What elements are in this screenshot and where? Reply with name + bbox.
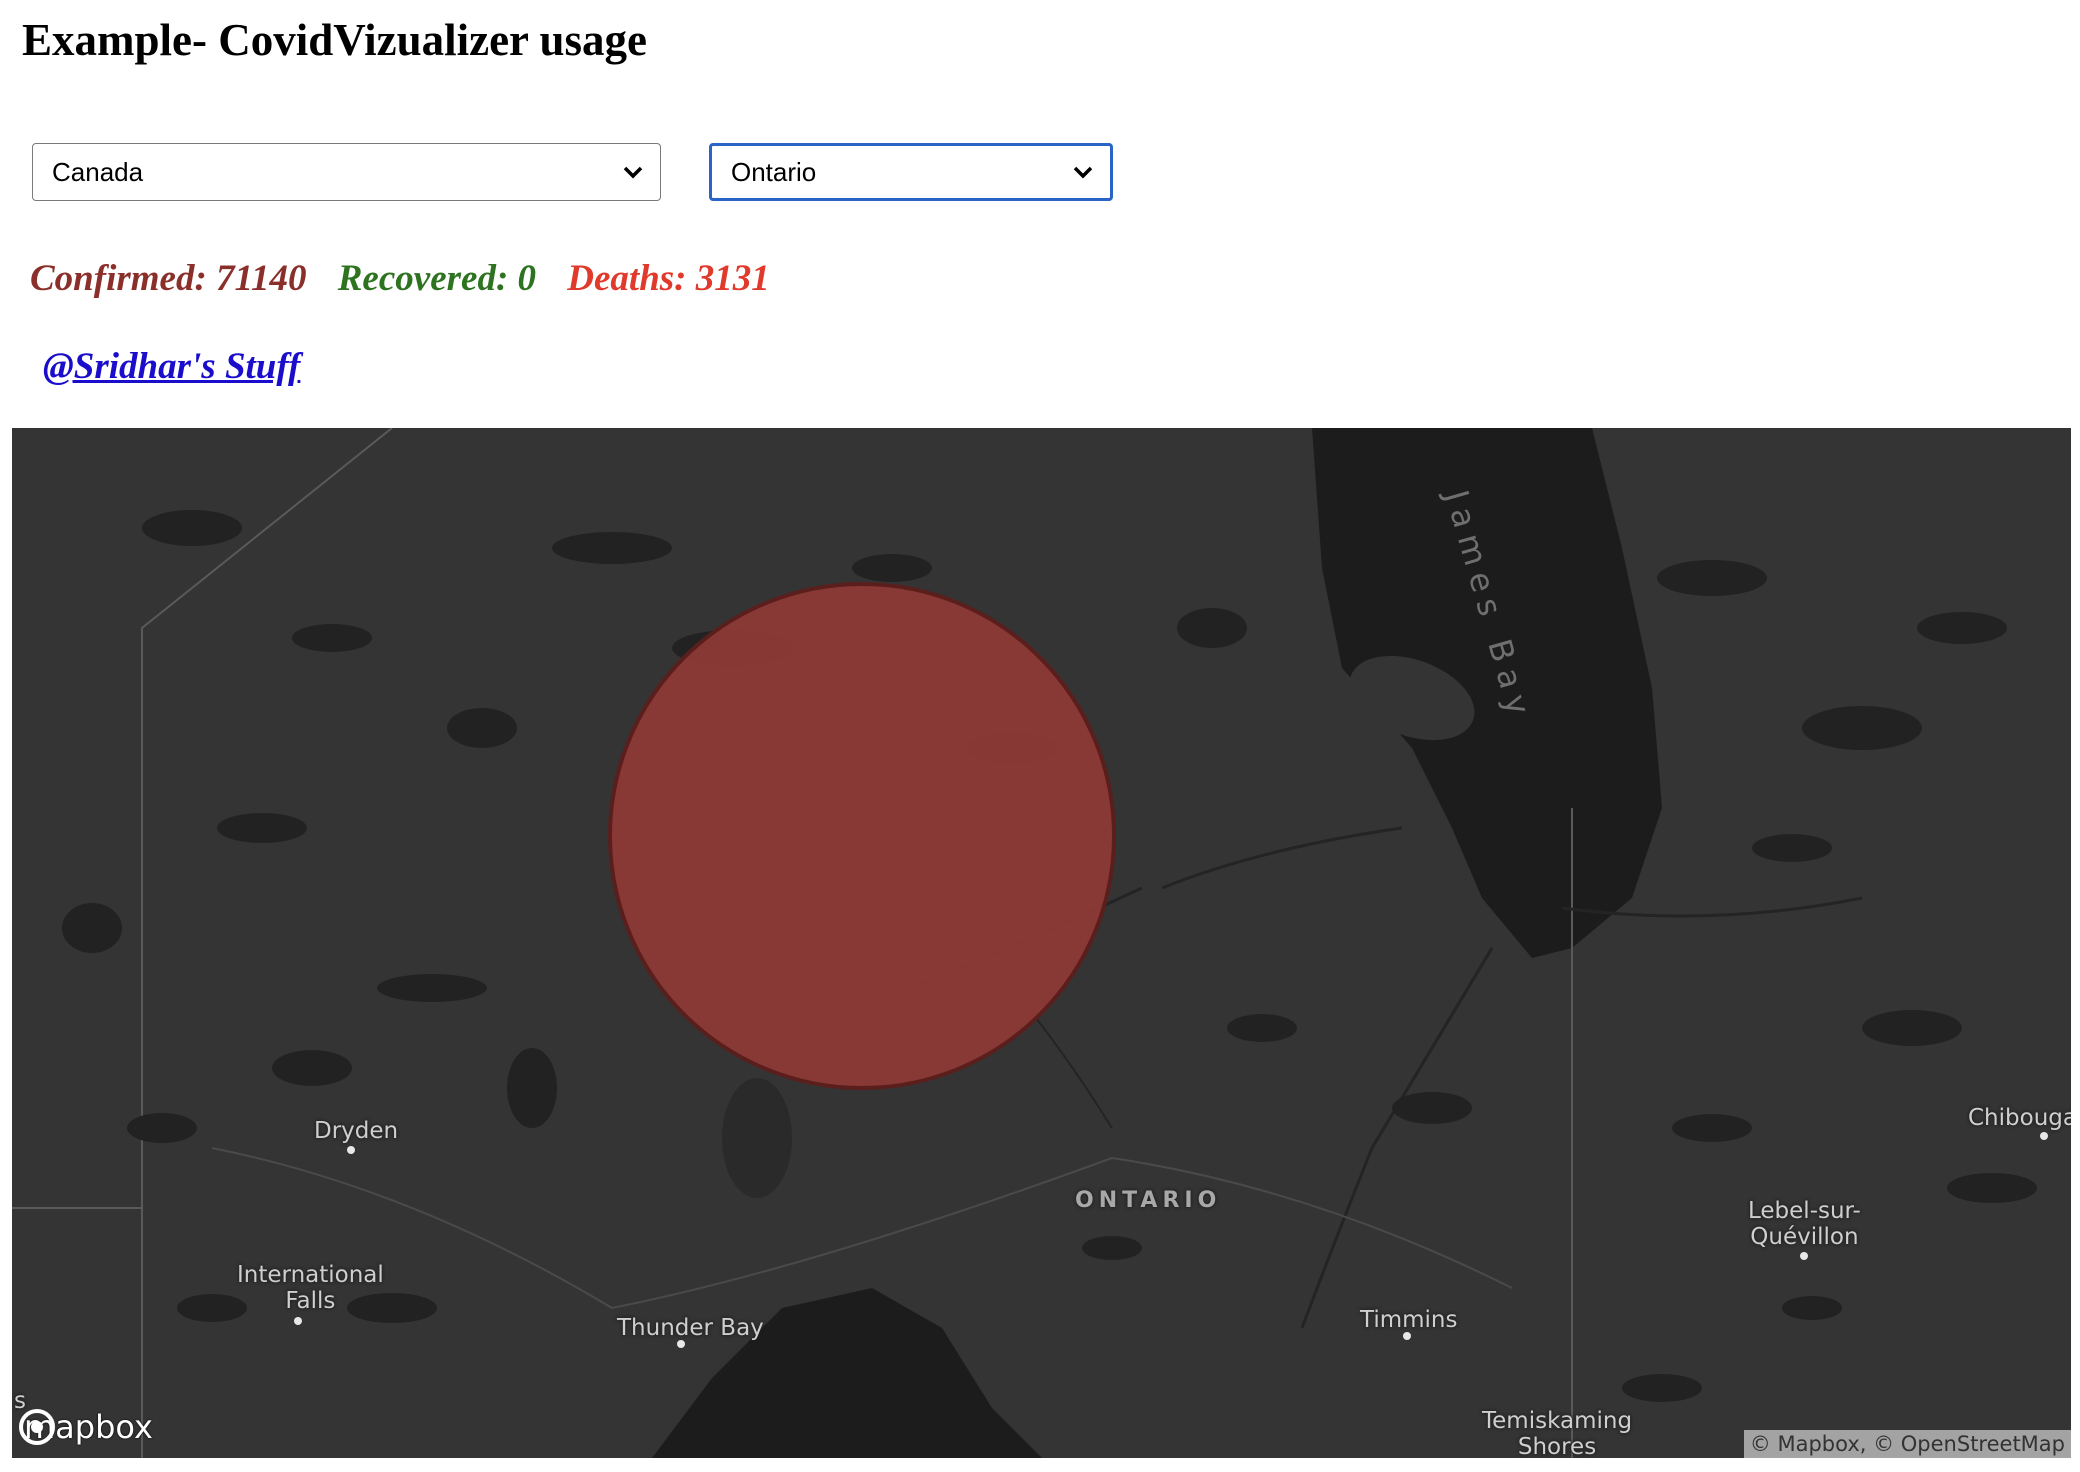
place-label-lebel-sur-quevillon: Lebel-sur- Quévillon <box>1748 1198 1861 1250</box>
place-label-timmins: Timmins <box>1360 1307 1458 1333</box>
highway <box>211 1147 1513 1310</box>
map-view[interactable]: James Bay ONTARIO Dryden International F… <box>12 428 2071 1458</box>
region-select-value: Ontario <box>731 156 817 187</box>
stats-line: Confirmed: 71140 Recovered: 0 Deaths: 31… <box>30 257 792 300</box>
place-label-temiskaming-shores: Temiskaming Shores <box>1482 1408 1633 1458</box>
country-select[interactable]: Canada <box>32 143 661 201</box>
confirmed-count: Confirmed: 71140 <box>30 258 307 299</box>
river <box>1300 947 1494 1329</box>
place-label-thunder-bay: Thunder Bay <box>617 1315 764 1341</box>
place-dot <box>1403 1332 1411 1340</box>
country-select-value: Canada <box>52 156 144 187</box>
lake-superior-water <box>652 1288 1042 1458</box>
covid-case-marker <box>608 582 1116 1090</box>
place-dot <box>294 1317 302 1325</box>
recovered-count: Recovered: 0 <box>337 258 537 299</box>
mapbox-icon <box>19 1409 55 1445</box>
river <box>1161 826 1403 890</box>
author-link[interactable]: @Sridhar's Stuff <box>43 345 300 388</box>
place-dot <box>1800 1252 1808 1260</box>
region-map-label: ONTARIO <box>1075 1188 1222 1213</box>
lake-nipigon-water <box>722 1078 792 1198</box>
place-label-chibougamau: Chibouga <box>1968 1105 2071 1131</box>
place-dot <box>2040 1132 2048 1140</box>
place-dot <box>347 1146 355 1154</box>
place-dot <box>677 1340 685 1348</box>
deaths-count: Deaths: 3131 <box>567 258 770 299</box>
place-label-international-falls: International Falls <box>237 1262 384 1314</box>
mapbox-logo[interactable]: mapbox <box>18 1408 153 1446</box>
chevron-down-icon <box>1072 161 1094 183</box>
page-title: Example- CovidVizualizer usage <box>22 15 647 65</box>
region-select[interactable]: Ontario <box>709 143 1113 201</box>
map-attribution[interactable]: © Mapbox, © OpenStreetMap <box>1743 1430 2071 1458</box>
place-label-dryden: Dryden <box>314 1118 399 1144</box>
chevron-down-icon <box>622 161 644 183</box>
